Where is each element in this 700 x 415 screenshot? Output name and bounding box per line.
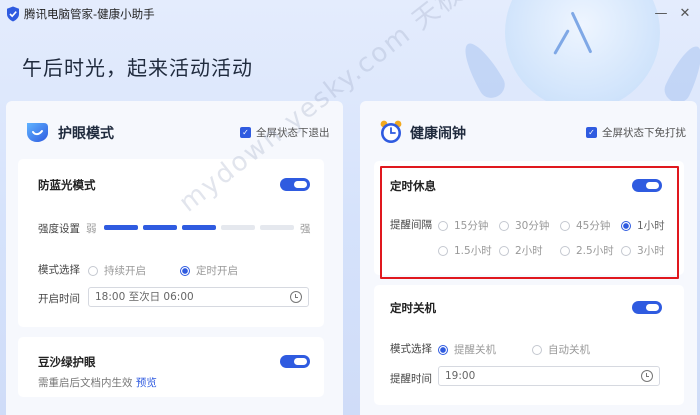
- interval-1h-radio[interactable]: 1小时: [621, 218, 665, 233]
- timed-rest-toggle[interactable]: [632, 179, 662, 192]
- interval-3h-radio[interactable]: 3小时: [621, 243, 665, 258]
- title-bar: 腾讯电脑管家-健康小助手 — ✕: [0, 0, 700, 28]
- blue-light-title: 防蓝光模式: [38, 178, 96, 192]
- alarm-panel-title: 健康闹钟: [410, 126, 466, 142]
- intensity-label: 强度设置: [38, 223, 80, 235]
- leaf-decor: [660, 41, 700, 107]
- green-eye-toggle[interactable]: [280, 355, 310, 368]
- fullscreen-dnd-label: 全屏状态下免打扰: [602, 127, 686, 139]
- leaf-decor: [456, 37, 510, 103]
- health-assistant-window: 腾讯电脑管家-健康小助手 — ✕ 午后时光，起来活动活动 护眼模式 ✓ 全屏状态…: [0, 0, 700, 415]
- interval-30min-radio[interactable]: 30分钟: [499, 218, 549, 233]
- start-time-label: 开启时间: [38, 293, 80, 305]
- clock-icon: [641, 370, 653, 382]
- fullscreen-dnd-checkbox[interactable]: ✓ 全屏状态下免打扰: [586, 125, 686, 140]
- interval-2h-radio[interactable]: 2小时: [499, 243, 543, 258]
- mode-scheduled-radio[interactable]: 定时开启: [180, 263, 238, 278]
- start-time-input[interactable]: 18:00 至次日 06:00: [88, 287, 309, 307]
- health-alarm-panel: 健康闹钟 ✓ 全屏状态下免打扰 定时休息 提醒间隔 15分钟 30分钟 45分钟…: [360, 101, 697, 415]
- interval-label: 提醒间隔: [390, 219, 432, 231]
- interval-45min-radio[interactable]: 45分钟: [560, 218, 610, 233]
- check-icon: ✓: [586, 127, 597, 138]
- remind-time-label: 提醒时间: [390, 373, 432, 385]
- eye-panel-title: 护眼模式: [58, 126, 114, 142]
- clock-icon: [290, 291, 302, 303]
- blue-light-toggle[interactable]: [280, 178, 310, 191]
- remind-time-input[interactable]: 19:00: [438, 366, 660, 386]
- shutdown-mode-label: 模式选择: [390, 343, 432, 355]
- mode-label: 模式选择: [38, 264, 80, 276]
- timed-rest-title: 定时休息: [390, 179, 436, 193]
- close-button[interactable]: ✕: [676, 4, 694, 22]
- eye-shield-icon: [27, 123, 48, 142]
- preview-link[interactable]: 预览: [136, 377, 157, 389]
- interval-15min-radio[interactable]: 15分钟: [438, 218, 488, 233]
- interval-2-5h-radio[interactable]: 2.5小时: [560, 243, 614, 258]
- timed-shutdown-title: 定时关机: [390, 301, 436, 315]
- weak-label: 弱: [86, 223, 97, 235]
- check-icon: ✓: [240, 127, 251, 138]
- shutdown-remind-radio[interactable]: 提醒关机: [438, 342, 496, 357]
- blue-light-card: 防蓝光模式 强度设置 弱 强 模式选择 持续开启 定时开启 开启时间 18:00…: [18, 159, 324, 327]
- green-eye-note: 需重启后文档内生效 预览: [38, 377, 157, 389]
- green-eye-title: 豆沙绿护眼: [38, 355, 96, 369]
- timed-shutdown-card: 定时关机 模式选择 提醒关机 自动关机 提醒时间 19:00: [374, 285, 684, 405]
- strong-label: 强: [300, 223, 311, 235]
- alarm-clock-icon: [380, 120, 402, 143]
- eye-protection-panel: 护眼模式 ✓ 全屏状态下退出 防蓝光模式 强度设置 弱 强 模式选择 持续开启 …: [6, 101, 343, 415]
- interval-1-5h-radio[interactable]: 1.5小时: [438, 243, 492, 258]
- green-eye-card: 豆沙绿护眼 需重启后文档内生效 预览: [18, 337, 324, 397]
- timed-rest-card: 定时休息 提醒间隔 15分钟 30分钟 45分钟 1小时 1.5小时 2小时 2…: [374, 161, 684, 275]
- fullscreen-exit-label: 全屏状态下退出: [256, 127, 330, 139]
- window-title: 腾讯电脑管家-健康小助手: [24, 7, 155, 21]
- mode-continuous-radio[interactable]: 持续开启: [88, 263, 146, 278]
- shield-logo-icon: [7, 6, 19, 22]
- minimize-button[interactable]: —: [652, 4, 670, 22]
- fullscreen-exit-checkbox[interactable]: ✓ 全屏状态下退出: [240, 125, 330, 140]
- shutdown-auto-radio[interactable]: 自动关机: [532, 342, 590, 357]
- page-headline: 午后时光，起来活动活动: [22, 56, 253, 80]
- timed-shutdown-toggle[interactable]: [632, 301, 662, 314]
